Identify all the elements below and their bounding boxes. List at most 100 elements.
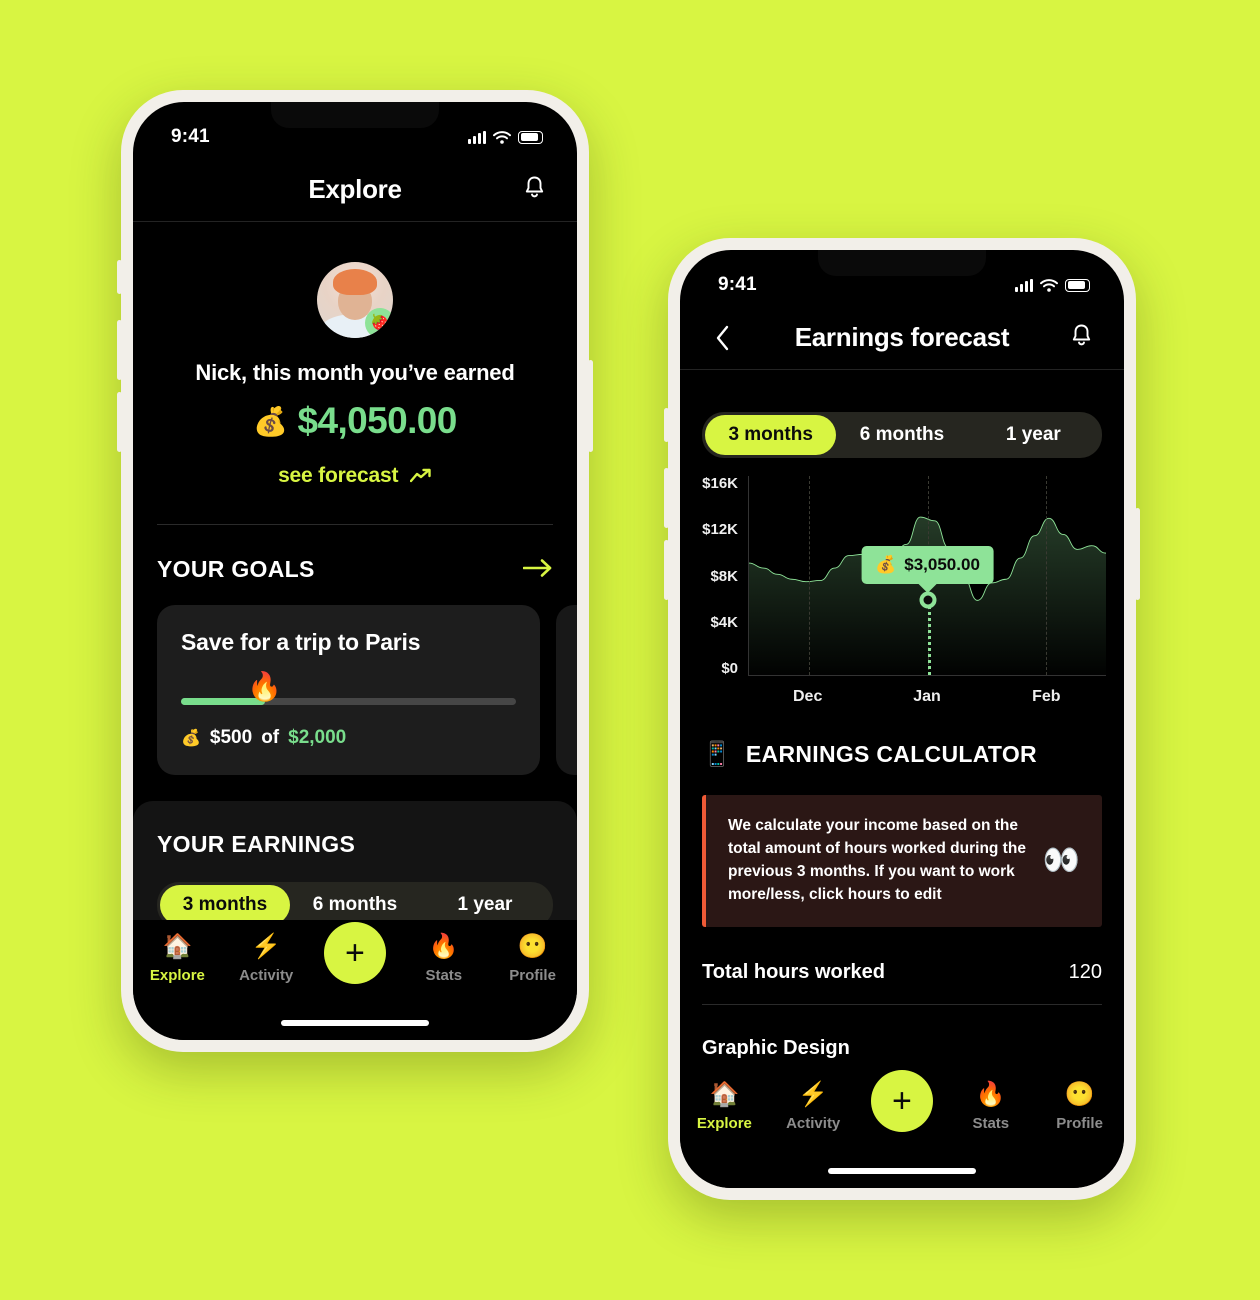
total-hours-label: Total hours worked: [702, 960, 885, 983]
status-time: 9:41: [718, 274, 757, 295]
home-indicator: [281, 1020, 429, 1026]
volume-down-button[interactable]: [664, 540, 669, 600]
goal-amounts: 💰 $500 of $2,000: [181, 727, 516, 749]
goals-title: YOUR GOALS: [157, 555, 315, 582]
goals-carousel[interactable]: Save for a trip to Paris 🔥 💰 $500 of $2,…: [133, 583, 577, 775]
chart-plot[interactable]: 💰 $3,050.00: [748, 476, 1106, 676]
tab-stats-label: Stats: [972, 1115, 1010, 1133]
total-hours-value[interactable]: 120: [1069, 961, 1102, 984]
forecast-body: 3 months 6 months 1 year $16K $12K $8K $4K $…: [680, 370, 1124, 1188]
add-button[interactable]: +: [870, 1070, 933, 1132]
explore-navbar: Explore: [133, 158, 577, 222]
chevron-left-icon[interactable]: [710, 325, 736, 351]
chart-y-tick: $16K: [702, 475, 738, 492]
total-hours-row[interactable]: Total hours worked 120: [702, 927, 1102, 1005]
goals-header: YOUR GOALS: [133, 525, 577, 583]
goal-of: of: [261, 727, 280, 748]
tab-add[interactable]: +: [311, 922, 400, 984]
segment-1-year[interactable]: 1 year: [420, 885, 550, 925]
segment-1-year[interactable]: 1 year: [968, 415, 1099, 455]
fire-icon: 🔥: [428, 933, 459, 960]
tab-stats[interactable]: 🔥 Stats: [946, 1081, 1035, 1133]
chart-x-tick: Dec: [792, 688, 823, 705]
chart-marker-dot[interactable]: [919, 591, 936, 609]
avatar[interactable]: 🍓: [317, 262, 393, 338]
goal-card-next[interactable]: [556, 605, 577, 775]
calculator-header: 📱 EARNINGS CALCULATOR: [680, 706, 1124, 769]
page-title: Earnings forecast: [794, 322, 1010, 352]
earnings-title: YOUR EARNINGS: [157, 831, 356, 857]
tab-bar: 🏠 Explore ⚡ Activity + 🔥 Stats �: [133, 920, 577, 1040]
tab-activity-label: Activity: [786, 1115, 841, 1133]
chart-y-tick: $8K: [710, 567, 738, 585]
tab-profile[interactable]: 😶 Profile: [488, 933, 577, 985]
house-icon: 🏠: [162, 933, 193, 960]
volume-up-button[interactable]: [117, 320, 122, 380]
segment-3-months[interactable]: 3 months: [705, 415, 837, 455]
chart-x-tick: Jan: [913, 688, 941, 705]
cellular-signal-icon: [468, 130, 486, 144]
segment-6-months[interactable]: 6 months: [836, 415, 967, 455]
chart-tooltip: 💰 $3,050.00: [861, 546, 994, 585]
phone-icon: 📱: [702, 741, 732, 768]
bell-icon[interactable]: [1069, 322, 1094, 353]
tab-explore-label: Explore: [149, 967, 205, 985]
tab-activity[interactable]: ⚡ Activity: [222, 933, 311, 984]
calculator-title: EARNINGS CALCULATOR: [745, 741, 1037, 767]
segment-3-months[interactable]: 3 months: [160, 885, 290, 925]
smiley-icon: 😶: [517, 933, 548, 960]
battery-icon: [1065, 278, 1090, 292]
tab-profile[interactable]: 😶 Profile: [1035, 1081, 1124, 1132]
power-button[interactable]: [588, 360, 593, 452]
smiley-icon: 😶: [1064, 1081, 1095, 1108]
info-banner-text: We calculate your income based on the to…: [728, 817, 1026, 903]
home-indicator: [828, 1168, 976, 1174]
plus-icon: +: [892, 1081, 912, 1120]
money-bag-icon: 💰: [181, 730, 201, 747]
goal-card[interactable]: Save for a trip to Paris 🔥 💰 $500 of $2,…: [157, 605, 540, 775]
volume-up-button[interactable]: [664, 468, 669, 528]
status-icons: [1015, 278, 1090, 292]
page-title: Explore: [308, 174, 402, 204]
mute-switch[interactable]: [117, 260, 122, 294]
avatar-hair: [333, 269, 377, 295]
tab-activity[interactable]: ⚡ Activity: [769, 1081, 858, 1133]
see-forecast-link[interactable]: see forecast: [133, 464, 577, 488]
tab-add[interactable]: +: [858, 1070, 947, 1132]
goal-target: $2,000: [288, 727, 347, 748]
goal-title: Save for a trip to Paris: [181, 629, 421, 655]
forecast-chart: $16K $12K $8K $4K $0 💰 $3,050.00 Dec Jan…: [680, 458, 1124, 706]
tab-explore[interactable]: 🏠 Explore: [680, 1081, 769, 1132]
chart-gridline-dec: [808, 476, 810, 675]
chart-y-tick: $0: [721, 660, 738, 677]
segment-6-months[interactable]: 6 months: [290, 885, 420, 925]
cellular-signal-icon: [1015, 278, 1033, 292]
chart-marker-dotted-line: [927, 600, 931, 675]
goal-progress-track: 🔥: [181, 671, 516, 705]
chart-y-axis: $16K $12K $8K $4K $0: [694, 476, 748, 676]
avatar-badge-icon: 🍓: [365, 308, 393, 338]
status-bar: 9:41: [133, 102, 577, 158]
chart-tooltip-value: $3,050.00: [904, 555, 980, 575]
tab-explore[interactable]: 🏠 Explore: [133, 933, 222, 985]
chart-x-tick: Feb: [1032, 688, 1061, 705]
flame-icon: 🔥: [247, 671, 283, 702]
lightning-icon: ⚡: [798, 1081, 829, 1108]
money-bag-icon: 💰: [253, 405, 288, 437]
tab-profile-label: Profile: [509, 967, 556, 985]
add-button[interactable]: +: [323, 922, 386, 984]
mute-switch[interactable]: [664, 408, 669, 442]
forecast-range-segmented-control[interactable]: 3 months 6 months 1 year: [702, 412, 1102, 458]
greeting-text: Nick, this month you’ve earned: [195, 360, 515, 385]
power-button[interactable]: [1135, 508, 1140, 600]
arrow-right-icon[interactable]: [522, 555, 553, 583]
tab-stats[interactable]: 🔥 Stats: [399, 933, 488, 984]
bell-icon[interactable]: [522, 174, 547, 205]
volume-down-button[interactable]: [117, 392, 122, 452]
battery-icon: [518, 130, 543, 144]
see-forecast-label: see forecast: [278, 464, 399, 487]
wifi-icon: [1040, 278, 1058, 292]
graphic-design-label: Graphic Design: [702, 1036, 850, 1059]
earned-amount-value: $4,050.00: [297, 400, 458, 441]
tab-bar: 🏠 Explore ⚡ Activity + 🔥 Stats �: [680, 1068, 1124, 1188]
